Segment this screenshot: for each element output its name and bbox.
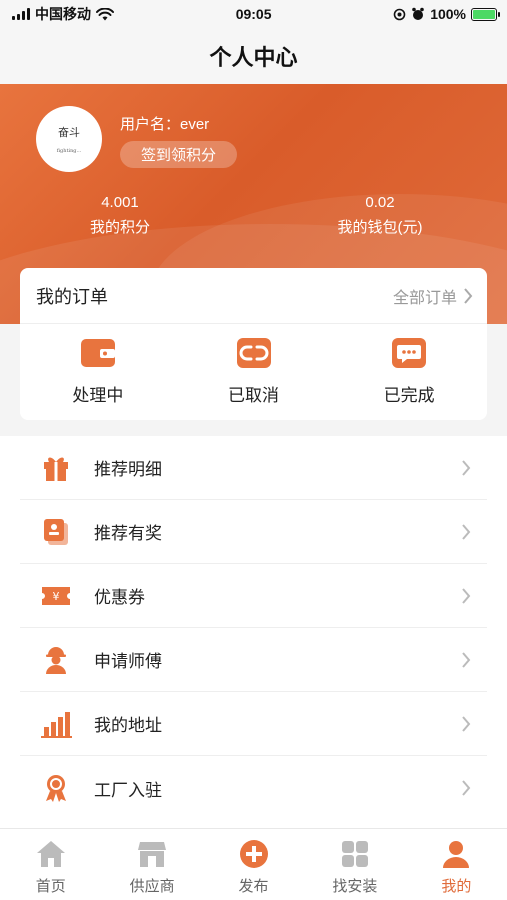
order-status-label: 处理中 <box>72 385 124 405</box>
tab-publish[interactable]: 发布 <box>203 829 304 900</box>
page-title: 个人中心 <box>209 45 298 70</box>
menu-item-label: 工厂入驻 <box>94 780 162 800</box>
cancel-link-icon <box>236 337 271 368</box>
order-status-label: 已完成 <box>383 385 435 405</box>
menu-item-referral-details[interactable]: 推荐明细 <box>20 436 487 500</box>
all-orders-label: 全部订单 <box>392 289 457 307</box>
tab-label: 找安装 <box>332 878 378 895</box>
wallet-icon <box>80 338 115 367</box>
plus-circle-icon <box>239 840 268 868</box>
location-icon <box>393 8 406 20</box>
tab-suppliers[interactable]: 供应商 <box>101 829 202 900</box>
orders-header: 我的订单 全部订单 <box>20 268 487 324</box>
points-value: 4.001 <box>101 194 139 211</box>
tab-bar: 首页 供应商 发布 找安装 我的 <box>0 828 507 900</box>
username: 用户名：ever <box>120 116 210 133</box>
menu-item-label: 优惠券 <box>94 588 145 607</box>
status-bar: 中国移动 09:05 100% <box>0 0 507 28</box>
grid-icon <box>341 841 368 867</box>
menu-item-my-address[interactable]: 我的地址 <box>20 692 487 756</box>
reward-card-icon <box>44 518 68 545</box>
user-icon <box>443 841 470 868</box>
chevron-right-icon <box>464 287 473 304</box>
avatar-subtext: fighting... <box>56 148 82 154</box>
orders-title: 我的订单 <box>36 286 108 307</box>
bar-chart-icon <box>41 711 72 738</box>
points-label: 我的积分 <box>89 219 150 236</box>
tab-home[interactable]: 首页 <box>0 829 101 900</box>
tab-label: 首页 <box>35 878 66 895</box>
shop-icon <box>138 842 167 867</box>
menu-list: 推荐明细 推荐有奖 ¥ 优惠券 申请师傅 我的地址 工厂入驻 <box>0 436 507 828</box>
tab-label: 发布 <box>238 878 269 895</box>
wallet-label: 我的钱包(元) <box>337 219 423 236</box>
order-status-completed[interactable]: 已完成 <box>331 337 487 406</box>
order-status-cancelled[interactable]: 已取消 <box>176 337 332 406</box>
alarm-icon <box>412 7 424 20</box>
menu-item-referral-rewards[interactable]: 推荐有奖 <box>20 500 487 564</box>
chevron-right-icon <box>462 651 471 668</box>
menu-item-apply-technician[interactable]: 申请师傅 <box>20 628 487 692</box>
menu-item-label: 推荐明细 <box>94 460 162 479</box>
wifi-icon <box>96 7 114 20</box>
badge-icon <box>46 775 66 802</box>
chevron-right-icon <box>462 715 471 732</box>
tab-find-installer[interactable]: 找安装 <box>304 829 405 900</box>
coupon-icon: ¥ <box>42 586 70 605</box>
menu-item-factory-settle[interactable]: 工厂入驻 <box>20 756 487 820</box>
carrier-label: 中国移动 <box>35 6 91 22</box>
signal-icon <box>12 8 30 20</box>
all-orders-link[interactable]: 全部订单 <box>393 284 473 308</box>
wallet-stat[interactable]: 0.02 我的钱包(元) <box>280 194 480 237</box>
orders-card: 我的订单 全部订单 处理中 已取消 已完成 <box>20 268 487 420</box>
worker-icon <box>46 646 66 674</box>
svg-text:¥: ¥ <box>53 590 60 603</box>
chat-bubble-icon <box>392 337 427 368</box>
tab-label: 供应商 <box>129 878 175 895</box>
avatar-text: 奋斗 <box>58 126 80 139</box>
nav-bar: 个人中心 <box>0 28 507 84</box>
order-status-processing[interactable]: 处理中 <box>20 337 176 406</box>
clock: 09:05 <box>235 6 272 22</box>
chevron-right-icon <box>462 780 471 796</box>
chevron-right-icon <box>462 459 471 476</box>
gift-icon <box>44 456 68 481</box>
chevron-right-icon <box>462 523 471 540</box>
battery-icon <box>471 7 500 21</box>
menu-item-label: 我的地址 <box>94 716 162 735</box>
order-status-label: 已取消 <box>228 385 279 405</box>
menu-item-label: 推荐有奖 <box>94 524 162 543</box>
menu-item-coupons[interactable]: ¥ 优惠券 <box>20 564 487 628</box>
tab-label: 我的 <box>441 878 472 895</box>
sign-in-button[interactable]: 签到领积分 <box>120 141 237 168</box>
menu-item-label: 申请师傅 <box>94 652 162 671</box>
chevron-right-icon <box>462 587 471 604</box>
avatar[interactable]: 奋斗 fighting... <box>36 106 102 172</box>
home-icon <box>36 841 65 867</box>
points-stat[interactable]: 4.001 我的积分 <box>20 194 220 237</box>
tab-mine[interactable]: 我的 <box>406 829 507 900</box>
wallet-value: 0.02 <box>365 194 395 211</box>
battery-percent: 100% <box>430 6 466 22</box>
